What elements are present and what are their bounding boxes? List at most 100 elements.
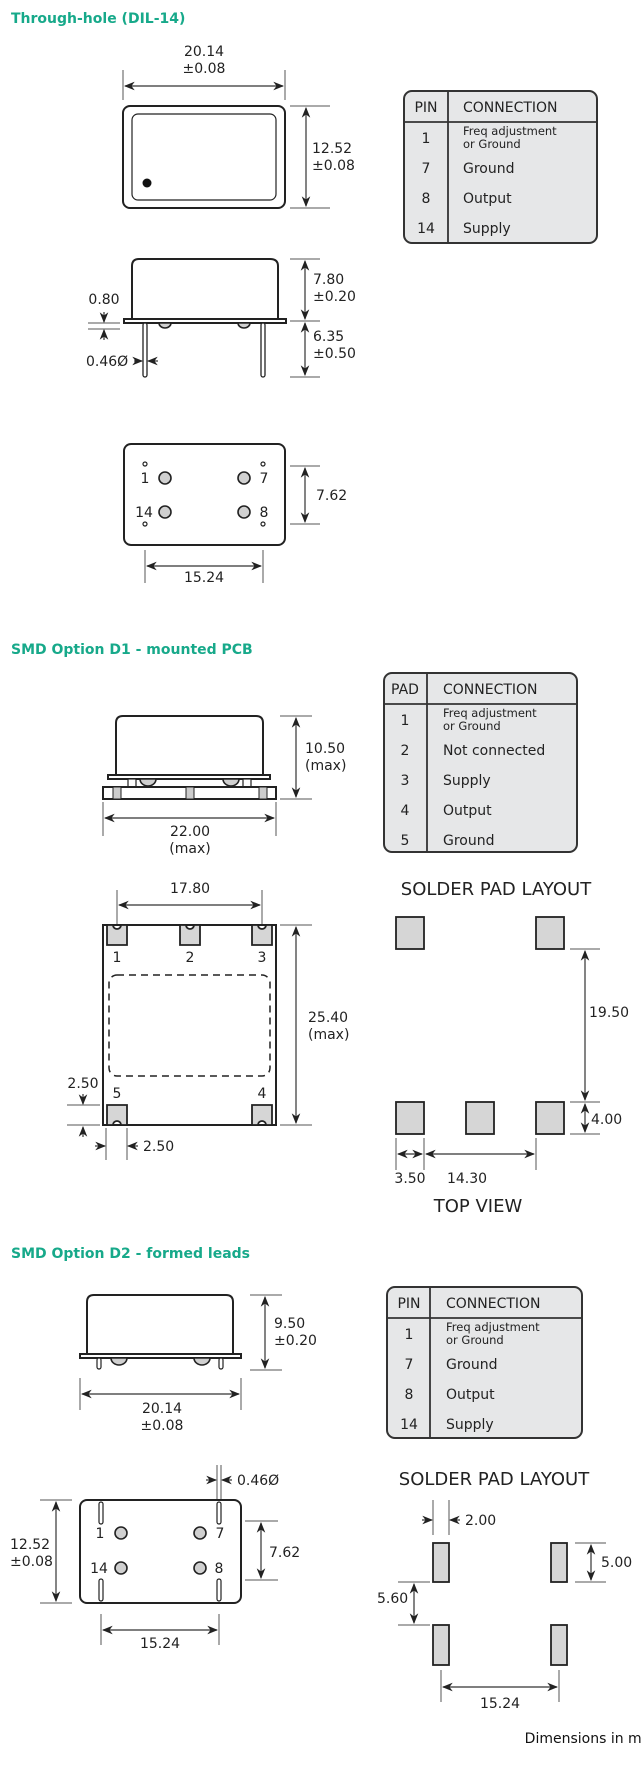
table-cell-pin: 8 bbox=[422, 191, 431, 207]
table-cell-pin: 1 bbox=[422, 131, 431, 147]
table-cell-connection: Supply bbox=[443, 773, 491, 789]
pin-label: 8 bbox=[215, 1561, 224, 1577]
table-cell-connection: Supply bbox=[463, 221, 511, 237]
dim-body-height-tol: ±0.20 bbox=[313, 289, 356, 305]
dil14-side-view: 7.80 ±0.20 6.35 ±0.50 0.80 0.46Ø bbox=[86, 258, 356, 378]
dim-pad-pitch: 14.30 bbox=[447, 1171, 487, 1187]
dim-width-tol: ±0.08 bbox=[141, 1418, 184, 1434]
dim-pin-col-spacing: 15.24 bbox=[140, 1636, 180, 1652]
table-cell-connection: Output bbox=[443, 803, 492, 819]
dim-height-tol: ±0.20 bbox=[274, 1333, 317, 1349]
dim-width: 20.14 bbox=[142, 1401, 182, 1417]
dim-length: 12.52 bbox=[10, 1537, 50, 1553]
dim-width-tol: ±0.08 bbox=[183, 61, 226, 77]
dim-lead-dia: 0.46Ø bbox=[237, 1473, 279, 1489]
table-cell-pad: 4 bbox=[401, 803, 410, 819]
dim-height-note: (max) bbox=[305, 758, 346, 774]
table-cell-pin: 14 bbox=[400, 1417, 418, 1433]
dim-pad-span: 17.80 bbox=[170, 881, 210, 897]
dim-vspan: 19.50 bbox=[589, 1005, 629, 1021]
dim-width: 20.14 bbox=[184, 44, 224, 60]
dimensions-note: Dimensions in mm bbox=[525, 1731, 641, 1747]
dim-flange: 0.80 bbox=[88, 292, 119, 308]
table-cell-connection: Ground bbox=[463, 161, 515, 177]
table-cell-connection: Freq adjustment bbox=[443, 706, 537, 720]
table-header-pin: PIN bbox=[414, 100, 437, 116]
table-cell-connection: Not connected bbox=[443, 743, 545, 759]
pad-label: 5 bbox=[113, 1086, 122, 1102]
table-cell-connection: or Ground bbox=[446, 1333, 504, 1347]
dim-height: 9.50 bbox=[274, 1316, 305, 1332]
d2-bottom-view: 0.46Ø 1 7 14 8 12.52 ±0.08 7.62 15.24 bbox=[10, 1465, 300, 1652]
pin-label: 7 bbox=[260, 471, 269, 487]
table-cell-connection: or Ground bbox=[443, 719, 501, 733]
dim-pad-h: 2.50 bbox=[67, 1076, 98, 1092]
table-header-pad: PAD bbox=[391, 682, 419, 698]
d1-pad-table: PAD CONNECTION 1 Freq adjustment or Grou… bbox=[383, 672, 578, 853]
section-title-dil14: Through-hole (DIL-14) bbox=[11, 11, 185, 27]
table-cell-connection: Output bbox=[463, 191, 512, 207]
section-title-d1: SMD Option D1 - mounted PCB bbox=[11, 642, 253, 658]
dim-length-tol: ±0.08 bbox=[10, 1554, 53, 1570]
dim-width: 22.00 bbox=[170, 824, 210, 840]
dim-pin-row-spacing: 7.62 bbox=[316, 488, 347, 504]
table-cell-connection: Supply bbox=[446, 1417, 494, 1433]
pin-label: 8 bbox=[260, 505, 269, 521]
table-header-connection: CONNECTION bbox=[446, 1296, 541, 1312]
pad-label: 1 bbox=[113, 950, 122, 966]
table-cell-connection: Freq adjustment bbox=[463, 124, 557, 138]
dim-height: 10.50 bbox=[305, 741, 345, 757]
pad-label: 3 bbox=[258, 950, 267, 966]
top-view-label: TOP VIEW bbox=[433, 1196, 523, 1217]
dim-length: 25.40 bbox=[308, 1010, 348, 1026]
pad-label: 4 bbox=[258, 1086, 267, 1102]
table-cell-pad: 5 bbox=[401, 833, 410, 849]
pin-label: 1 bbox=[141, 471, 150, 487]
dil14-pin-table: PIN CONNECTION 1 Freq adjustment or Grou… bbox=[403, 90, 598, 244]
dim-pad-size: 4.00 bbox=[591, 1112, 622, 1128]
dim-height-tol: ±0.08 bbox=[312, 158, 355, 174]
pin-label: 14 bbox=[135, 505, 153, 521]
table-cell-pin: 8 bbox=[405, 1387, 414, 1403]
table-cell-pin: 1 bbox=[405, 1327, 414, 1343]
dim-pitch: 15.24 bbox=[480, 1696, 520, 1712]
dim-pad-h: 5.00 bbox=[601, 1555, 632, 1571]
table-cell-pad: 3 bbox=[401, 773, 410, 789]
d2-side-view: 9.50 ±0.20 20.14 ±0.08 bbox=[79, 1294, 317, 1434]
table-cell-connection: Output bbox=[446, 1387, 495, 1403]
d1-solder-pad-layout: SOLDER PAD LAYOUT 19.50 4.00 3.50 14.30 … bbox=[394, 879, 629, 1217]
dim-pad-w: 2.50 bbox=[143, 1139, 174, 1155]
table-cell-connection: Ground bbox=[446, 1357, 498, 1373]
dim-gap: 5.60 bbox=[377, 1591, 408, 1607]
table-cell-connection: Freq adjustment bbox=[446, 1320, 540, 1334]
table-cell-pin: 7 bbox=[405, 1357, 414, 1373]
dim-lead-dia: 0.46Ø bbox=[86, 354, 128, 370]
table-header-connection: CONNECTION bbox=[443, 682, 538, 698]
d2-pin-table: PIN CONNECTION 1 Freq adjustment or Grou… bbox=[386, 1286, 583, 1439]
solder-pad-title: SOLDER PAD LAYOUT bbox=[399, 1469, 590, 1490]
dim-length-note: (max) bbox=[308, 1027, 349, 1043]
table-header-pin: PIN bbox=[397, 1296, 420, 1312]
dim-pin-row-spacing: 7.62 bbox=[269, 1545, 300, 1561]
dim-lead-length: 6.35 bbox=[313, 329, 344, 345]
section-title-d2: SMD Option D2 - formed leads bbox=[11, 1246, 250, 1262]
dim-height: 12.52 bbox=[312, 141, 352, 157]
solder-pad-title: SOLDER PAD LAYOUT bbox=[401, 879, 592, 900]
table-cell-pad: 2 bbox=[401, 743, 410, 759]
d1-top-view: 17.80 1 2 3 5 4 25.40 (max) 2.50 2.50 bbox=[67, 881, 349, 1160]
d1-side-view: 10.50 (max) 22.00 (max) bbox=[102, 715, 346, 857]
table-cell-connection: Ground bbox=[443, 833, 495, 849]
pad-label: 2 bbox=[186, 950, 195, 966]
dim-width-note: (max) bbox=[169, 841, 210, 857]
table-cell-pin: 7 bbox=[422, 161, 431, 177]
dim-pin-col-spacing: 15.24 bbox=[184, 570, 224, 586]
pin1-marker bbox=[142, 178, 152, 188]
dim-body-height: 7.80 bbox=[313, 272, 344, 288]
pin-label: 7 bbox=[216, 1526, 225, 1542]
table-header-connection: CONNECTION bbox=[463, 100, 558, 116]
pin-label: 1 bbox=[96, 1526, 105, 1542]
dim-pad-w: 2.00 bbox=[465, 1513, 496, 1529]
dim-pad-w: 3.50 bbox=[394, 1171, 425, 1187]
table-cell-connection: or Ground bbox=[463, 137, 521, 151]
pin-label: 14 bbox=[90, 1561, 108, 1577]
